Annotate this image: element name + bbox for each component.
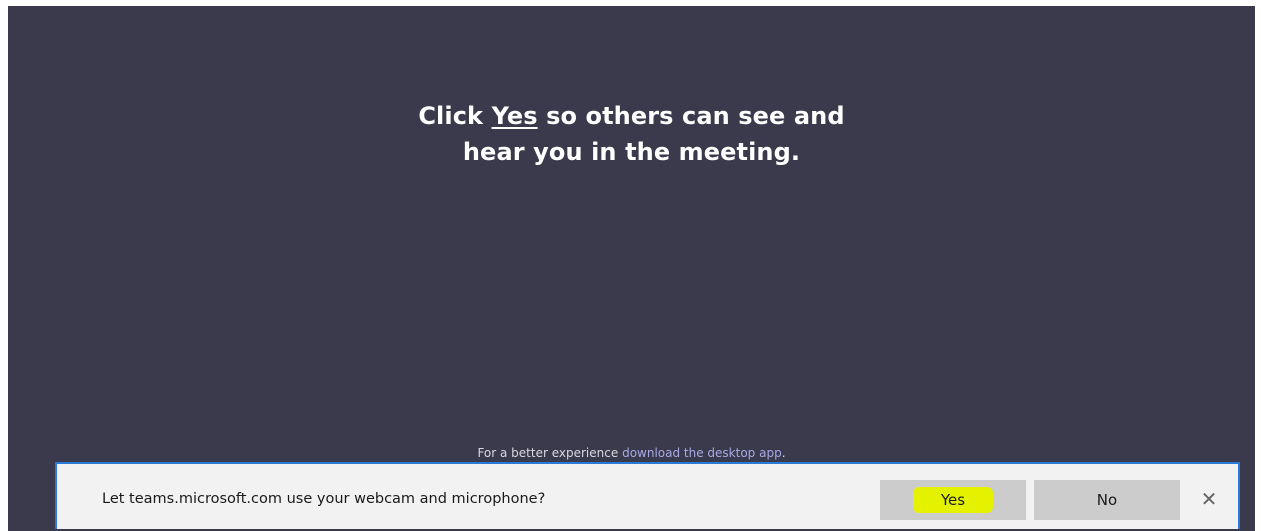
instruction-rest: so others can see and xyxy=(546,102,845,130)
instruction-yes: Yes xyxy=(491,102,538,130)
allow-yes-button[interactable]: Yes xyxy=(880,480,1026,520)
browser-permission-bar: Let teams.microsoft.com use your webcam … xyxy=(55,462,1240,529)
download-desktop-app-link[interactable]: download the desktop app xyxy=(622,446,782,460)
permission-instruction: Click Yes so others can see and hear you… xyxy=(8,98,1255,170)
close-icon[interactable]: ✕ xyxy=(1197,486,1221,514)
instruction-line-2: hear you in the meeting. xyxy=(462,138,801,166)
hint-text: For a better experience xyxy=(477,446,619,460)
yes-button-label: Yes xyxy=(912,487,994,513)
meeting-stage: Click Yes so others can see and hear you… xyxy=(8,6,1255,531)
hint-period: . xyxy=(781,446,786,460)
instruction-line-1: Click Yes so others can see and xyxy=(8,98,1255,134)
deny-no-button[interactable]: No xyxy=(1034,480,1180,520)
desktop-app-hint: For a better experience download the des… xyxy=(8,446,1255,460)
instruction-click: Click xyxy=(418,102,484,130)
permission-question: Let teams.microsoft.com use your webcam … xyxy=(102,491,546,507)
